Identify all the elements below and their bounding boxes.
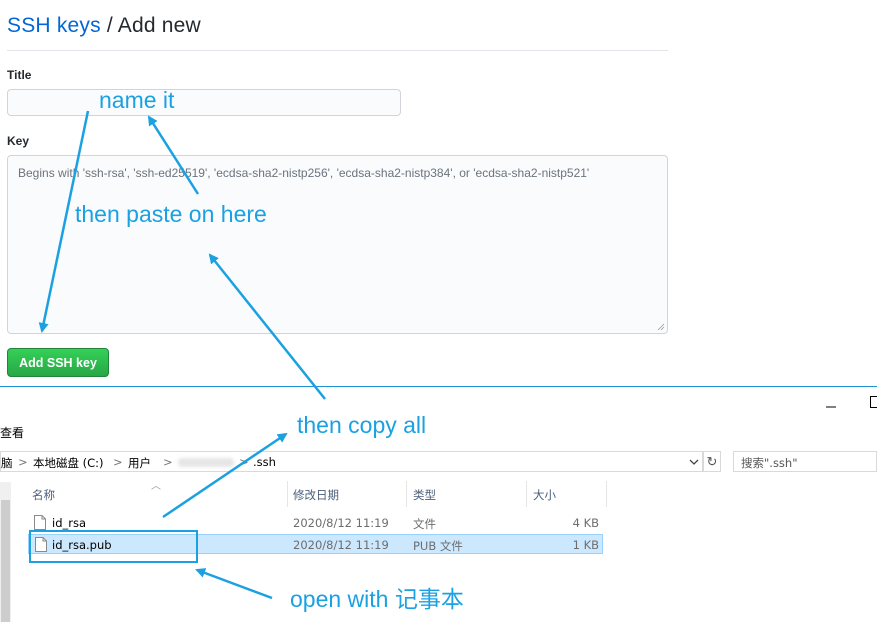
annotation-copy-all: then copy all (297, 412, 427, 438)
annotation-paste-here: then paste on here (75, 201, 267, 227)
arrow-to-copy-all (162, 432, 288, 519)
annotation-open-with: open with 记事本 (290, 586, 464, 612)
arrow-to-pub-file (195, 568, 273, 600)
arrow-to-title-input (147, 115, 200, 195)
arrow-to-key-textarea (208, 253, 326, 400)
annotation-name-it: name it (99, 87, 175, 113)
